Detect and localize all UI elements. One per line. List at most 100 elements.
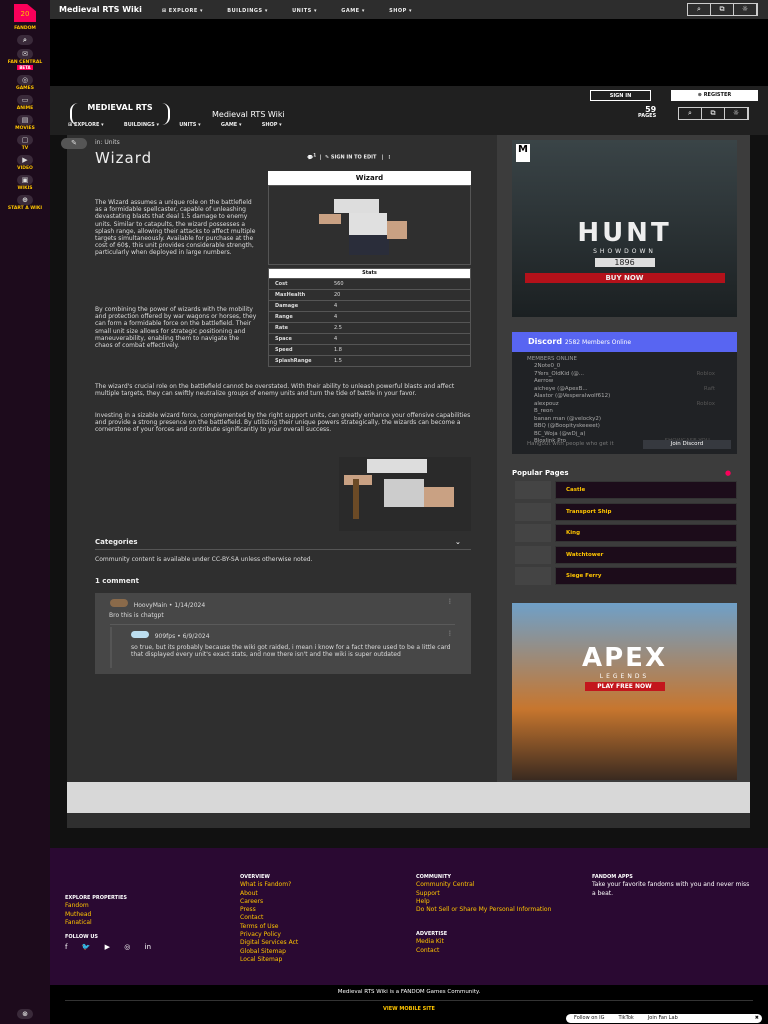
footer-link[interactable]: Contact — [240, 914, 298, 922]
theme-icon[interactable]: ☼ — [725, 108, 748, 119]
edit-pencil-icon[interactable]: ✎ — [61, 138, 87, 149]
footer-link[interactable]: Global Sitemap — [240, 948, 298, 956]
twitter-icon[interactable]: 🐦 — [82, 943, 91, 951]
categories-header[interactable]: Categories ⌄ — [95, 538, 461, 546]
theme-icon[interactable]: ☼ — [734, 4, 757, 15]
nav-buildings[interactable]: BUILDINGS ▾ — [227, 8, 268, 14]
rail-movies[interactable]: ▤ MOVIES — [0, 115, 50, 131]
popular-page-link[interactable]: Siege Ferry — [555, 567, 737, 585]
reply-menu-icon[interactable]: ⋮ — [447, 630, 453, 637]
fan-lab-link[interactable]: Join Fan Lab — [648, 1014, 678, 1023]
rail-fan-central[interactable]: ✉ FAN CENTRAL BETA — [0, 49, 50, 71]
join-discord-button[interactable]: Join Discord — [643, 440, 731, 449]
chevron-down-icon[interactable]: ⌄ — [455, 538, 461, 546]
footer-link[interactable]: Privacy Policy — [240, 931, 298, 939]
footer-link[interactable]: Contact — [416, 947, 447, 955]
footer-link[interactable]: Terms of Use — [240, 923, 298, 931]
nav-explore[interactable]: ⊞ EXPLORE ▾ — [68, 122, 104, 128]
rail-tv[interactable]: ▢ TV — [0, 135, 50, 151]
popular-thumb[interactable] — [515, 524, 551, 542]
sign-in-button[interactable]: SIGN IN — [590, 90, 651, 101]
view-mobile-site-link[interactable]: VIEW MOBILE SITE — [65, 1000, 753, 1012]
discord-member[interactable]: BC_Woja (@wDj_a) — [512, 431, 737, 439]
comment-user[interactable]: HoovyMain — [134, 602, 167, 609]
wizard-image-2[interactable] — [339, 457, 471, 531]
nav-shop[interactable]: SHOP ▾ — [389, 8, 412, 14]
apex-legends-ad[interactable]: APEX LEGENDS PLAY FREE NOW — [512, 603, 737, 780]
footer-link[interactable]: Careers — [240, 898, 298, 906]
footer-link[interactable]: Local Sitemap — [240, 956, 298, 964]
nav-units[interactable]: UNITS ▾ — [179, 122, 200, 128]
discuss-icon[interactable]: ⧉ — [711, 4, 734, 15]
fandom-logo[interactable]: 20 — [14, 4, 36, 22]
footer-link[interactable]: Help — [416, 898, 586, 906]
nav-buildings[interactable]: BUILDINGS ▾ — [124, 122, 159, 128]
footer-link[interactable]: Support — [416, 890, 586, 898]
footer-link[interactable]: Do Not Sell or Share My Personal Informa… — [416, 906, 586, 914]
sign-in-to-edit-button[interactable]: ✎ SIGN IN TO EDIT — [325, 155, 376, 161]
popular-thumb[interactable] — [515, 545, 551, 564]
footer-link[interactable]: Press — [240, 906, 298, 914]
rail-anime[interactable]: ▭ ANIME — [0, 95, 50, 111]
breadcrumb[interactable]: in: Units — [95, 139, 120, 146]
footer-link[interactable]: About — [240, 890, 298, 898]
rail-wikis[interactable]: ▣ WIKIS — [0, 175, 50, 191]
ad-cta[interactable]: PLAY FREE NOW — [584, 682, 665, 691]
footer-link[interactable]: Digital Services Act — [240, 939, 298, 947]
popular-page-link[interactable]: Castle — [555, 481, 737, 499]
more-menu-icon[interactable]: ⋮ — [387, 155, 392, 161]
instagram-icon[interactable]: ◎ — [124, 943, 130, 951]
discord-member[interactable]: Aerrow — [512, 378, 737, 386]
discord-member[interactable]: aicheye (@ApexB... Raft — [512, 386, 737, 394]
comments-button[interactable]: 💬1 — [307, 152, 316, 161]
rail-search[interactable]: ⌕ — [0, 35, 50, 45]
wiki-name[interactable]: Medieval RTS Wiki — [212, 110, 285, 119]
ad-cta[interactable]: BUY NOW — [524, 273, 725, 283]
discord-member[interactable]: 2Note0_0 — [512, 363, 737, 371]
rail-start-wiki[interactable]: ⊕ START A WIKI — [0, 195, 50, 211]
wiki-title[interactable]: Medieval RTS Wiki — [59, 5, 142, 14]
popular-thumb[interactable] — [515, 481, 551, 499]
nav-explore[interactable]: ⊞ EXPLORE ▾ — [162, 8, 203, 14]
discord-member[interactable]: banan man (@velocky2) — [512, 416, 737, 424]
facebook-icon[interactable]: f — [65, 943, 67, 951]
nav-game[interactable]: GAME ▾ — [221, 122, 242, 128]
discord-member[interactable]: 7Yers_OldKid (@... Roblox — [512, 371, 737, 379]
rail-collapse[interactable]: ⊗ — [0, 1009, 50, 1020]
youtube-icon[interactable]: ▶ — [105, 943, 110, 951]
discuss-icon[interactable]: ⧉ — [702, 108, 725, 119]
discord-member[interactable]: alexpouz Roblox — [512, 401, 737, 409]
search-icon[interactable]: ⌕ — [679, 108, 702, 119]
comment-user[interactable]: 909fps — [155, 633, 176, 640]
rail-fandom[interactable]: FANDOM — [0, 26, 50, 31]
register-button[interactable]: ⊛ REGISTER — [671, 90, 758, 101]
popular-thumb[interactable] — [515, 502, 551, 521]
footer-link[interactable]: Fandom — [65, 902, 151, 910]
rail-games[interactable]: ◎ GAMES — [0, 75, 50, 91]
nav-shop[interactable]: SHOP ▾ — [262, 122, 282, 128]
popular-page-link[interactable]: Watchtower — [555, 545, 737, 564]
footer-link[interactable]: Fanatical — [65, 919, 151, 927]
rail-video[interactable]: ▶ VIDEO — [0, 155, 50, 171]
tiktok-link[interactable]: TikTok — [618, 1014, 633, 1023]
footer-link[interactable]: Media Kit — [416, 938, 447, 946]
popular-page-link[interactable]: Transport Ship — [555, 502, 737, 521]
popular-page-link[interactable]: King — [555, 524, 737, 542]
footer-apps: FANDOM APPS Take your favorite fandoms wi… — [592, 873, 752, 898]
wizard-image[interactable] — [268, 185, 471, 265]
discord-member[interactable]: Alastor (@Vesperalwolf612) — [512, 393, 737, 401]
footer-link[interactable]: What is Fandom? — [240, 881, 298, 889]
discord-member[interactable]: BBQ (@Boopityskeeeet) — [512, 423, 737, 431]
nav-game[interactable]: GAME ▾ — [341, 8, 365, 14]
footer-link[interactable]: Community Central — [416, 881, 586, 889]
linkedin-icon[interactable]: in — [145, 943, 151, 951]
discord-member[interactable]: B_reon — [512, 408, 737, 416]
nav-units[interactable]: UNITS ▾ — [292, 8, 317, 14]
popular-thumb[interactable] — [515, 567, 551, 585]
follow-ig-link[interactable]: Follow on IG — [574, 1014, 604, 1023]
close-icon[interactable]: ✖ — [755, 1014, 759, 1023]
hunt-showdown-ad[interactable]: M HUNT SHOWDOWN 1896 BUY NOW — [512, 140, 737, 317]
search-icon[interactable]: ⌕ — [688, 4, 711, 15]
footer-link[interactable]: Muthead — [65, 911, 151, 919]
comment-menu-icon[interactable]: ⋮ — [447, 598, 453, 605]
